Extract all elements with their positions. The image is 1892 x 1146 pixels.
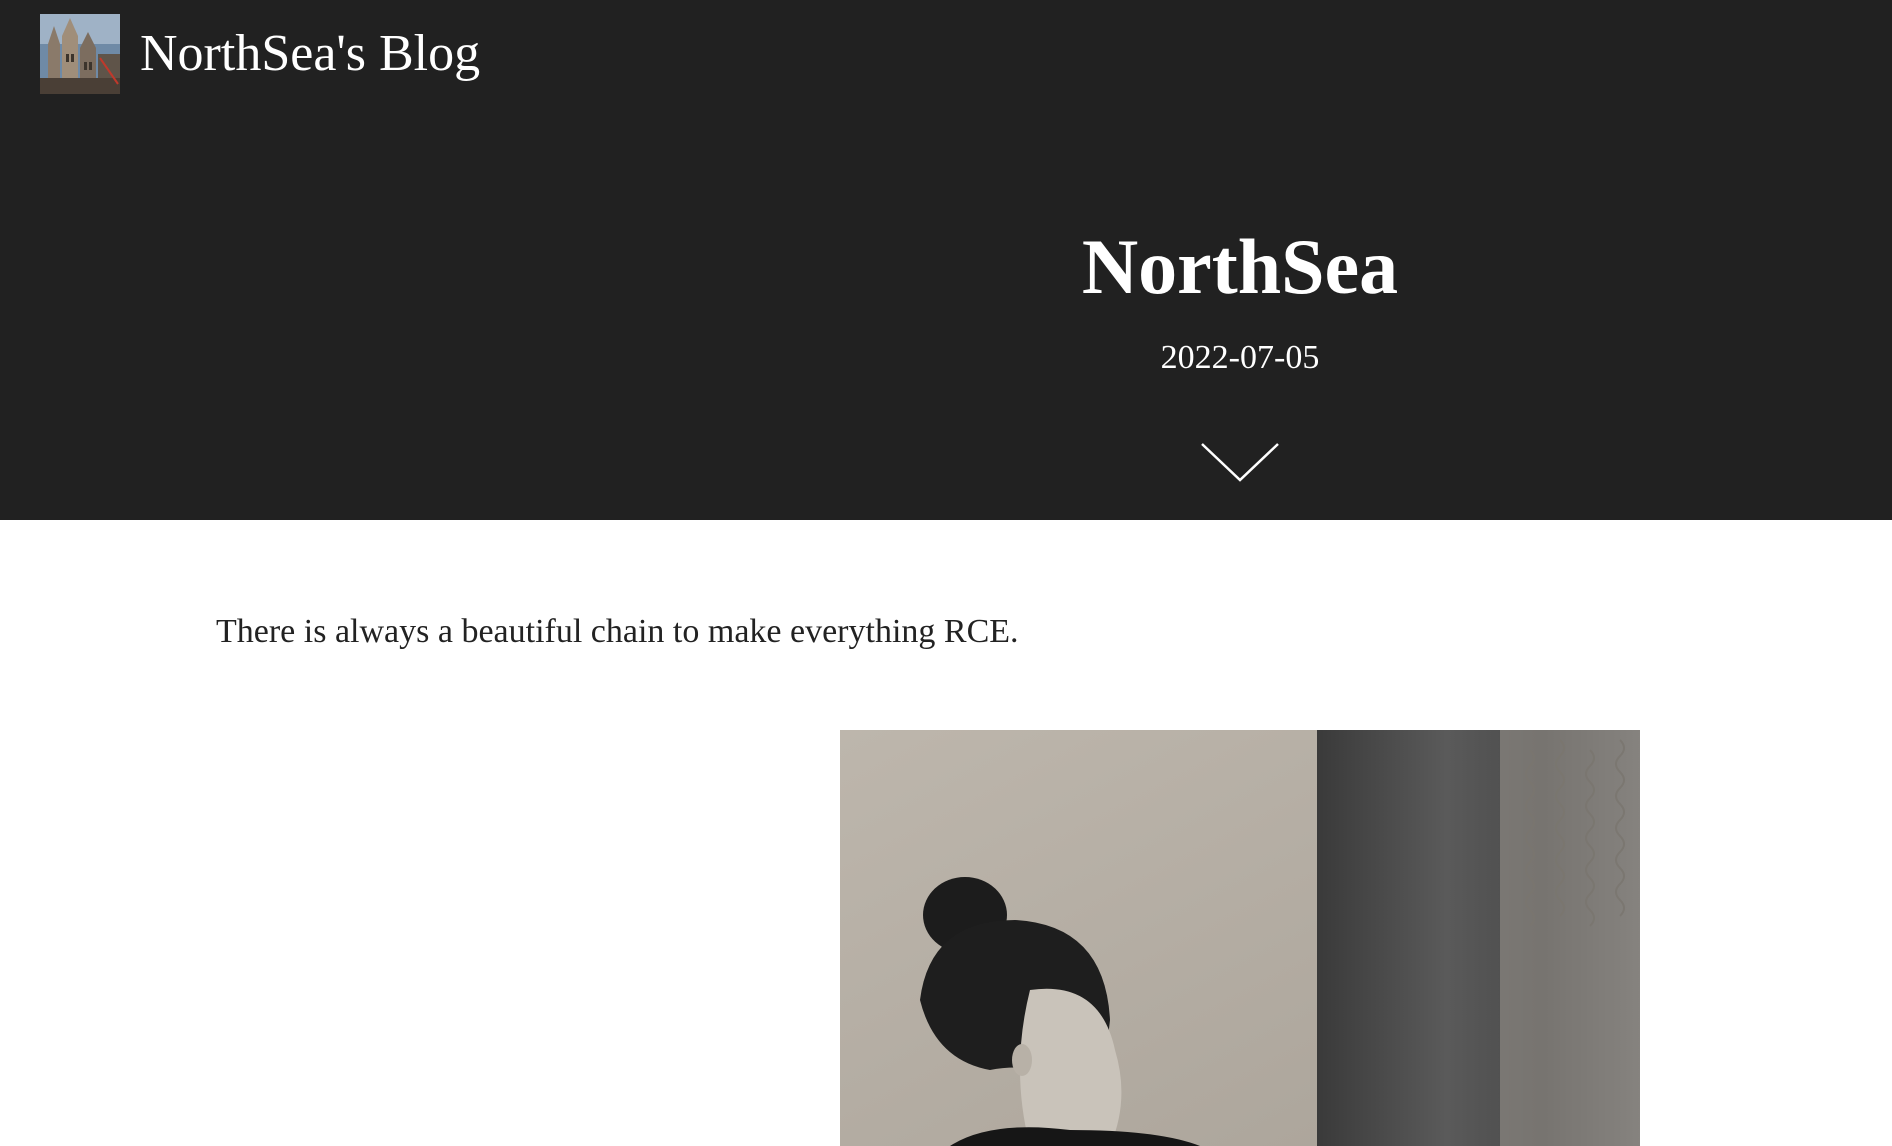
site-home-link[interactable]: NorthSea's Blog: [40, 14, 480, 94]
post-content: There is always a beautiful chain to mak…: [216, 604, 1676, 660]
post-date: 2022-07-05: [1160, 339, 1320, 376]
post-header: NorthSea's Blog NorthSea 2022-07-05: [0, 0, 1892, 520]
post-intro: There is always a beautiful chain to mak…: [216, 613, 1019, 650]
cathedral-avatar-icon[interactable]: [40, 14, 120, 94]
portrait-photo: [840, 730, 1640, 1146]
site-title[interactable]: NorthSea's Blog: [140, 14, 480, 94]
chevron-down-icon[interactable]: [1200, 440, 1280, 484]
post-title: NorthSea: [1081, 223, 1399, 310]
